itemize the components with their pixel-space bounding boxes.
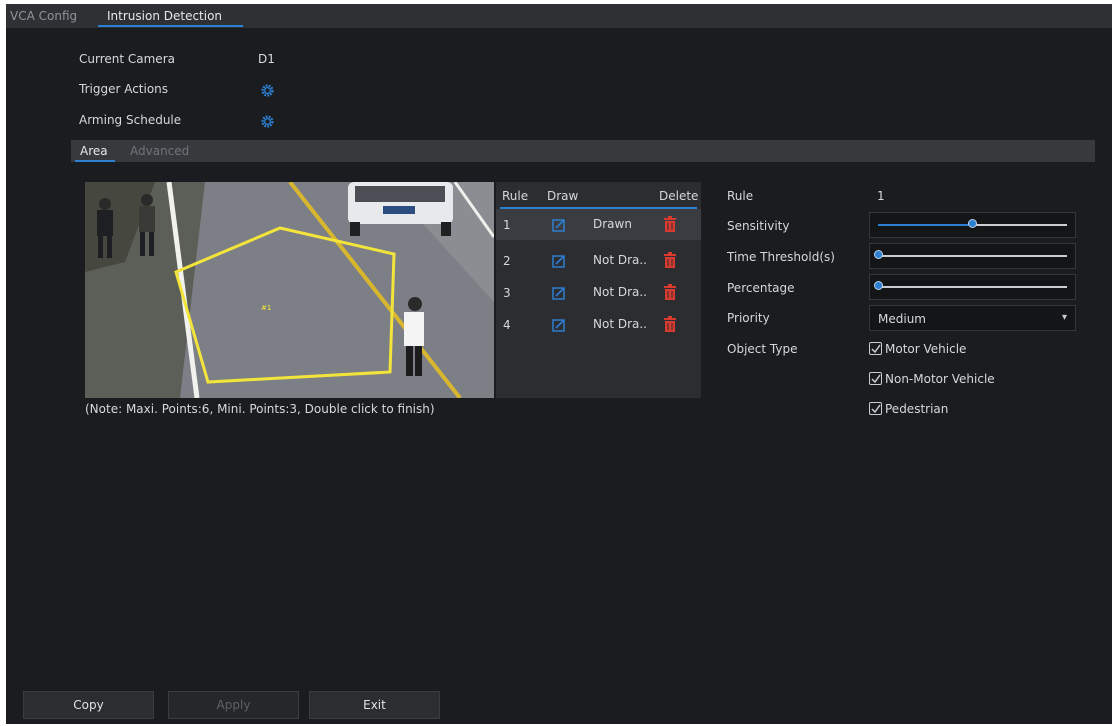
trash-icon[interactable]	[663, 216, 677, 232]
active-subtab-indicator	[75, 160, 115, 162]
slider-knob[interactable]	[873, 281, 883, 290]
rule-row[interactable]: 1 Drawn	[496, 209, 701, 240]
checkbox-label: Pedestrian	[885, 402, 949, 416]
trigger-actions-label: Trigger Actions	[79, 82, 169, 96]
slider-track	[878, 286, 1067, 288]
arming-schedule-label: Arming Schedule	[79, 113, 182, 127]
tab-intrusion-detection[interactable]: Intrusion Detection	[107, 9, 222, 23]
tab-vca-config[interactable]: VCA Config	[10, 9, 77, 23]
rule-label: Rule	[727, 189, 754, 203]
slider-knob[interactable]	[968, 219, 977, 228]
rule-number: 3	[503, 286, 511, 300]
priority-label: Priority	[727, 311, 770, 325]
area-subtab-bar: Area Advanced	[71, 140, 1095, 162]
checkbox-icon[interactable]	[869, 402, 882, 415]
sensitivity-slider[interactable]	[869, 212, 1076, 238]
edit-icon[interactable]	[552, 218, 566, 232]
edit-icon[interactable]	[552, 254, 566, 268]
rules-table: Rule Draw Delete 1 Drawn 2 Not Dra.. 3 N…	[496, 182, 701, 398]
trash-icon[interactable]	[663, 252, 677, 268]
header-rule: Rule	[502, 189, 529, 203]
priority-value: Medium	[878, 312, 926, 326]
rule-number: 1	[503, 218, 511, 232]
checkbox-label: Motor Vehicle	[885, 342, 967, 356]
object-type-label: Object Type	[727, 342, 798, 356]
drawing-note: (Note: Maxi. Points:6, Mini. Points:3, D…	[85, 402, 435, 416]
chevron-down-icon: ▾	[1061, 312, 1067, 323]
gear-icon[interactable]	[261, 84, 274, 97]
slider-fill	[878, 224, 973, 226]
current-camera-value[interactable]: D1	[258, 52, 275, 66]
priority-select[interactable]: Medium ▾	[869, 305, 1076, 331]
trash-icon[interactable]	[663, 316, 677, 332]
active-tab-indicator	[98, 25, 243, 27]
camera-scene[interactable]: #1	[85, 182, 494, 398]
slider-knob[interactable]	[873, 250, 883, 259]
header-draw: Draw	[547, 189, 579, 203]
vca-config-window: VCA Config Intrusion Detection Current C…	[6, 4, 1112, 724]
percentage-slider[interactable]	[869, 274, 1076, 300]
sensitivity-label: Sensitivity	[727, 219, 790, 233]
time-threshold-label: Time Threshold(s)	[727, 250, 835, 264]
gear-icon[interactable]	[261, 115, 274, 128]
region-label: #1	[261, 304, 271, 312]
rule-status: Not Dra..	[593, 317, 647, 331]
header-delete: Delete	[659, 189, 699, 203]
camera-preview[interactable]: #1	[85, 182, 494, 398]
rule-row[interactable]: 2 Not Dra..	[496, 245, 701, 276]
apply-button[interactable]: Apply	[168, 691, 299, 719]
edit-icon[interactable]	[552, 318, 566, 332]
tab-area[interactable]: Area	[80, 144, 108, 158]
tab-advanced[interactable]: Advanced	[130, 144, 189, 158]
trash-icon[interactable]	[663, 284, 677, 300]
exit-button[interactable]: Exit	[309, 691, 440, 719]
edit-icon[interactable]	[552, 286, 566, 300]
time-threshold-slider[interactable]	[869, 243, 1076, 269]
rule-row[interactable]: 3 Not Dra..	[496, 277, 701, 308]
checkbox-icon[interactable]	[869, 372, 882, 385]
rule-number: 4	[503, 318, 511, 332]
rule-status: Drawn	[593, 217, 632, 231]
checkbox-label: Non-Motor Vehicle	[885, 372, 995, 386]
copy-button[interactable]: Copy	[23, 691, 154, 719]
rule-value: 1	[877, 189, 885, 203]
rule-status: Not Dra..	[593, 253, 647, 267]
current-camera-label: Current Camera	[79, 52, 175, 66]
rule-status: Not Dra..	[593, 285, 647, 299]
slider-track	[878, 255, 1067, 257]
tab-bar: VCA Config Intrusion Detection	[6, 4, 1112, 28]
checkbox-icon[interactable]	[869, 342, 882, 355]
rule-row[interactable]: 4 Not Dra..	[496, 309, 701, 340]
rule-number: 2	[503, 254, 511, 268]
rules-table-header: Rule Draw Delete	[496, 182, 701, 209]
percentage-label: Percentage	[727, 281, 795, 295]
